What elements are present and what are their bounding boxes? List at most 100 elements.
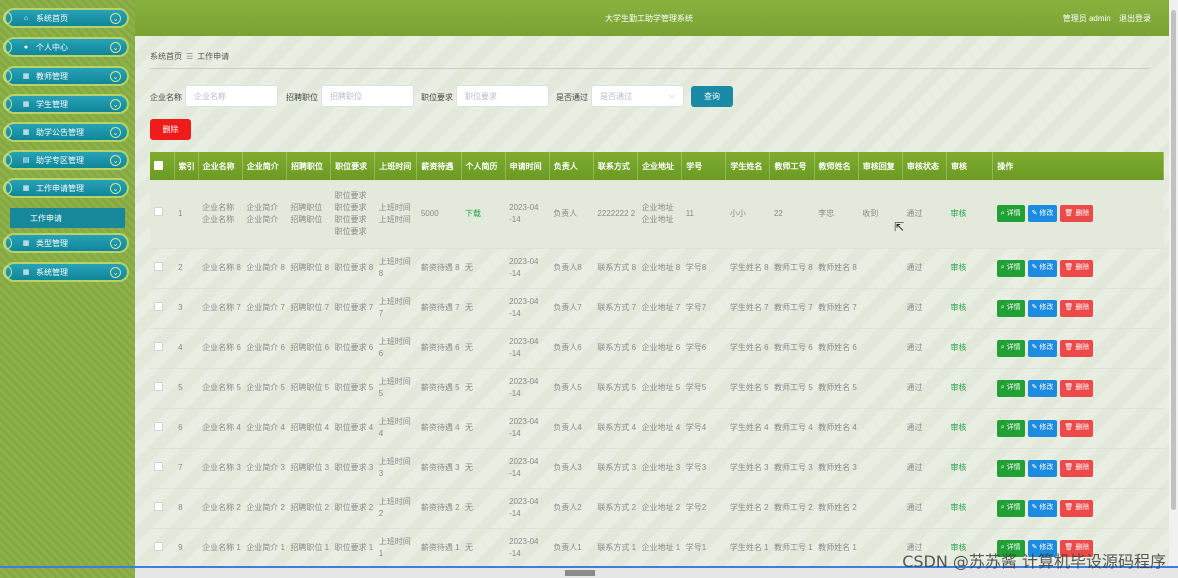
breadcrumb-home[interactable]: 系统首页 [150, 52, 182, 61]
bulk-delete-button[interactable]: 删除 [150, 119, 191, 140]
column-header: 招聘职位 [286, 152, 332, 180]
detail-button[interactable]: ⌕ 详情 [996, 259, 1025, 277]
cell-reply [858, 488, 902, 528]
row-actions: ⌕ 详情 ✎ 修改 🗑 删除 [993, 180, 1164, 248]
delete-button[interactable]: 🗑 删除 [1060, 499, 1094, 517]
cell-manager: 负责人2 [553, 503, 582, 512]
chevron-down-icon: ⌄ [110, 42, 121, 53]
cell-audit[interactable]: 审核 [947, 448, 993, 488]
watermark: CSDN @苏苏酱 计算机毕设源码程序 [902, 552, 1166, 571]
sidebar-item[interactable]: ⌂ 系统首页 ⌄ [3, 8, 129, 28]
sidebar-item[interactable]: ▦ 助学公告管理 ⌄ [3, 122, 129, 142]
delete-button[interactable]: 🗑 删除 [1060, 259, 1094, 277]
grid-icon: ▦ [22, 129, 30, 136]
cell-audit[interactable]: 审核 [947, 180, 993, 248]
horizontal-scrollbar-thumb[interactable] [565, 570, 595, 576]
cell-contact: 联系方式 4 [597, 423, 637, 432]
cell-apply: 2023-04 -14 [509, 417, 539, 438]
table-row: 6 企业名称 4 企业简介 4 招聘职位 4 职位要求 4 上班时间 4 薪资待遇 4 无 20… [150, 408, 1164, 448]
row-checkbox[interactable] [154, 261, 163, 271]
table-row: 3 企业名称 7 企业简介 7 招聘职位 7 职位要求 7 上班时间 7 薪资待遇 7 无 20… [150, 288, 1164, 328]
cell-audit[interactable]: 审核 [947, 288, 993, 328]
cell-intro: 企业简介 3 [246, 463, 285, 472]
cell-job: 招聘职位 4 [290, 423, 330, 432]
cell-apply: 2023-04 -14 [509, 202, 539, 224]
cell-job: 招聘职位 3 [290, 463, 330, 472]
cell-audit[interactable]: 审核 [947, 368, 993, 408]
edit-button[interactable]: ✎ 修改 [1027, 299, 1058, 317]
pass-select[interactable]: 是否通过 ⌵ [591, 85, 684, 107]
cell-status: 通过 [906, 208, 923, 218]
chevron-down-icon: ⌄ [110, 127, 121, 138]
cell-audit[interactable]: 审核 [947, 328, 993, 368]
row-checkbox[interactable] [154, 501, 163, 511]
delete-button[interactable]: 🗑 删除 [1060, 205, 1094, 223]
delete-label: 删除 [1075, 464, 1090, 471]
sidebar-item[interactable]: ▦ 类型管理 ⌄ [3, 233, 129, 253]
delete-button[interactable]: 🗑 删除 [1060, 419, 1094, 437]
edit-label: 修改 [1039, 424, 1054, 431]
detail-button[interactable]: ⌕ 详情 [996, 419, 1025, 437]
row-checkbox[interactable] [154, 381, 163, 391]
sidebar-subitem-work-apply[interactable]: 工作申请 [10, 208, 125, 228]
cell-intro: 企业简介 5 [246, 383, 285, 392]
row-checkbox[interactable] [154, 341, 163, 351]
edit-button[interactable]: ✎ 修改 [1027, 379, 1058, 397]
detail-button[interactable]: ⌕ 详情 [996, 379, 1025, 397]
delete-button[interactable]: 🗑 删除 [1060, 339, 1094, 357]
edit-button[interactable]: ✎ 修改 [1027, 459, 1058, 477]
query-button[interactable]: 查询 [691, 86, 733, 107]
sidebar-item[interactable]: ▤ 助学专区管理 ⌄ [3, 150, 129, 170]
requirement-input[interactable]: 职位要求 [456, 85, 549, 107]
delete-button[interactable]: 🗑 删除 [1060, 459, 1094, 477]
sidebar-item[interactable]: ▦ 系统管理 ⌄ [3, 262, 129, 282]
detail-button[interactable]: ⌕ 详情 [996, 459, 1025, 477]
sidebar-item[interactable]: ● 个人中心 ⌄ [3, 37, 129, 57]
select-all-checkbox[interactable] [154, 160, 163, 170]
row-actions: ⌕ 详情 ✎ 修改 🗑 删除 [993, 408, 1164, 448]
cell-time: 上班时间 8 [378, 257, 411, 278]
vertical-scrollbar-thumb[interactable] [1171, 10, 1176, 510]
cell-audit[interactable]: 审核 [947, 408, 993, 448]
cell-resume[interactable]: 下载 [461, 180, 505, 248]
detail-button[interactable]: ⌕ 详情 [996, 205, 1025, 223]
column-header: 审核 [946, 152, 994, 180]
cell-req: 职位要求 8 [334, 263, 374, 272]
row-checkbox[interactable] [154, 207, 163, 217]
detail-button[interactable]: ⌕ 详情 [996, 299, 1025, 317]
cell-manager: 负责人8 [553, 263, 582, 272]
cell-sname: 学生姓名 5 [729, 383, 769, 392]
cell-addr: 企业地址 6 [641, 343, 681, 352]
detail-button[interactable]: ⌕ 详情 [996, 339, 1025, 357]
cell-company: 企业名称 4 [202, 423, 241, 432]
delete-button[interactable]: 🗑 删除 [1060, 379, 1094, 397]
detail-button[interactable]: ⌕ 详情 [996, 499, 1025, 517]
cell-reply [858, 328, 902, 368]
requirement-label: 职位要求 [421, 93, 453, 102]
row-checkbox[interactable] [154, 421, 163, 431]
table-header: 索引 企业名称 企业简介 招聘职位 职位要求 上班时间 薪资待遇 个人简历 申请时间 负责人 联系方… [150, 152, 1164, 180]
cell-audit[interactable]: 审核 [947, 488, 993, 528]
row-checkbox[interactable] [154, 541, 163, 551]
sidebar-item[interactable]: ▦ 学生管理 ⌄ [3, 94, 129, 114]
delete-button[interactable]: 🗑 删除 [1060, 299, 1094, 317]
row-checkbox[interactable] [154, 301, 163, 311]
sidebar-item[interactable]: ▦ 工作申请管理 ⌄ [3, 178, 129, 198]
cell-status: 通过 [906, 263, 923, 272]
sidebar-item[interactable]: ▦ 教师管理 ⌄ [3, 66, 129, 86]
logout-link[interactable]: 退出登录 [1119, 14, 1151, 23]
cell-reply [858, 368, 902, 408]
column-header: 企业名称 [198, 152, 243, 180]
vertical-scrollbar[interactable] [1169, 0, 1178, 568]
menu-cap-ornament [3, 98, 12, 110]
company-input[interactable]: 企业名称 [185, 85, 278, 107]
edit-button[interactable]: ✎ 修改 [1027, 259, 1058, 277]
divider [150, 68, 1150, 69]
edit-button[interactable]: ✎ 修改 [1027, 419, 1058, 437]
cell-audit[interactable]: 审核 [947, 248, 993, 288]
row-checkbox[interactable] [154, 461, 163, 471]
job-input[interactable]: 招聘职位 [321, 85, 414, 107]
edit-button[interactable]: ✎ 修改 [1027, 499, 1058, 517]
edit-button[interactable]: ✎ 修改 [1027, 339, 1058, 357]
edit-button[interactable]: ✎ 修改 [1027, 205, 1058, 223]
